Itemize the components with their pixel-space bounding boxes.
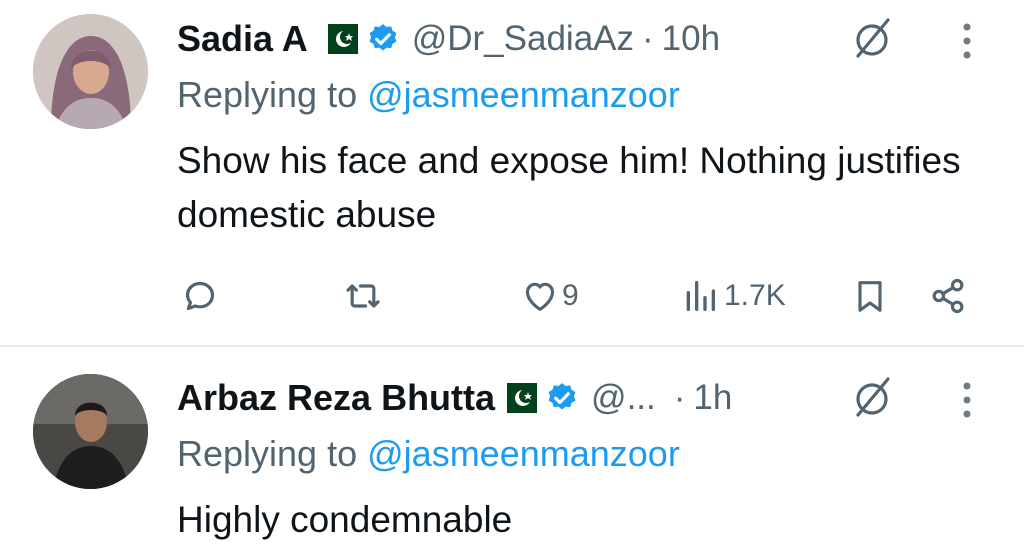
timestamp[interactable]: 10h (662, 19, 720, 59)
like-count: 9 (562, 279, 579, 312)
tweet-text: Highly condemnable (177, 499, 513, 540)
replying-to-label: Replying to (177, 433, 358, 474)
handle[interactable]: @Dr_SadiaAz (412, 19, 634, 59)
more-icon[interactable] (960, 20, 974, 62)
tweet-text: Show his face and expose him! Nothing ju… (177, 140, 961, 235)
replying-to-label: Replying to (177, 74, 358, 115)
views-count: 1.7K (724, 279, 786, 312)
more-icon[interactable] (960, 379, 974, 421)
bookmark-button[interactable] (850, 268, 890, 324)
reply-mention-link[interactable]: @jasmeenmanzoor (367, 433, 680, 474)
tweet-header: Arbaz Reza Bhutta @... · 1h (177, 373, 732, 423)
tweet-2[interactable]: Arbaz Reza Bhutta @... · 1h Replying to … (0, 347, 1024, 550)
replying-to: Replying to @jasmeenmanzoor (177, 74, 680, 116)
verified-badge-icon (366, 22, 400, 56)
like-icon (525, 282, 555, 311)
display-name[interactable]: Arbaz Reza Bhutta (177, 377, 495, 419)
timestamp[interactable]: 1h (693, 378, 732, 418)
retweet-icon (346, 284, 380, 308)
grok-icon[interactable] (850, 16, 894, 60)
handle[interactable]: @... (591, 378, 656, 418)
separator-dot: · (642, 19, 654, 58)
tweet-1[interactable]: Sadia A @Dr_SadiaAz · 10h Replying to @j… (0, 0, 1024, 345)
like-button[interactable]: 9 (520, 268, 579, 324)
tweet-header: Sadia A @Dr_SadiaAz · 10h (177, 14, 720, 64)
reply-button[interactable] (180, 268, 220, 324)
avatar[interactable] (33, 14, 148, 129)
pakistan-flag-icon (497, 383, 538, 413)
display-name[interactable]: Sadia A (177, 18, 308, 60)
share-icon (932, 278, 964, 314)
action-bar: 9 1.7K (0, 268, 1024, 324)
separator-dot: · (673, 378, 686, 417)
views-icon (686, 281, 715, 311)
pakistan-flag-icon (317, 24, 358, 54)
retweet-button[interactable] (343, 268, 383, 324)
views-button[interactable]: 1.7K (680, 268, 786, 324)
verified-badge-icon (545, 381, 579, 415)
replying-to: Replying to @jasmeenmanzoor (177, 433, 680, 475)
share-button[interactable] (928, 268, 968, 324)
reply-mention-link[interactable]: @jasmeenmanzoor (367, 74, 680, 115)
bookmark-icon (858, 281, 882, 312)
avatar[interactable] (33, 374, 148, 489)
grok-icon[interactable] (850, 375, 894, 419)
reply-icon (185, 281, 215, 311)
